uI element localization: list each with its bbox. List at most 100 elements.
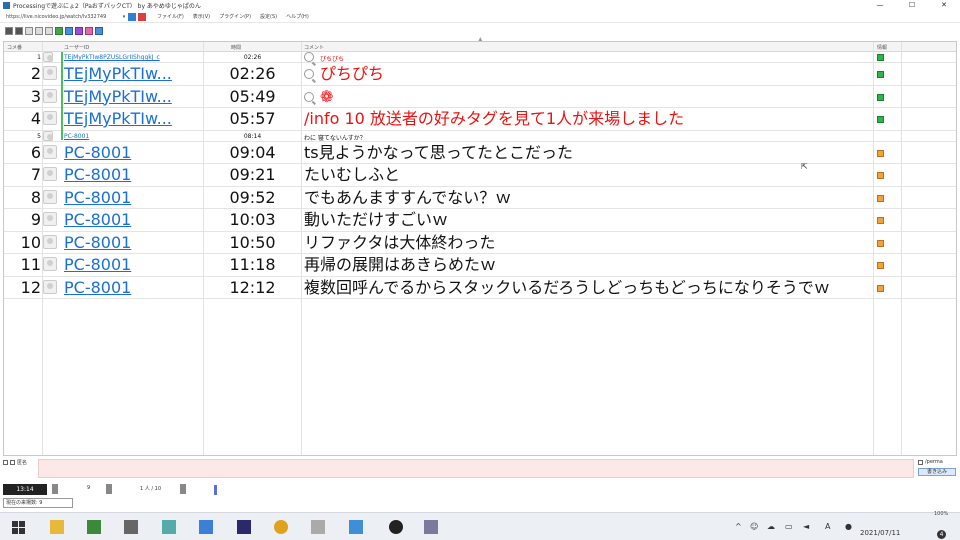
send-button[interactable]: 書き込み — [918, 468, 956, 476]
bz-icon[interactable] — [237, 520, 251, 534]
ime-icon[interactable]: A — [825, 522, 830, 531]
notification-icon[interactable]: 4 — [937, 530, 946, 539]
user-id-link[interactable]: PC-8001 — [64, 188, 131, 207]
info-flag-icon[interactable] — [877, 284, 884, 292]
toolbar-blue-icon[interactable] — [65, 26, 73, 35]
anon-checkbox[interactable] — [10, 460, 15, 465]
comment-row[interactable]: 5 PC-8001 08:14 わに 寝てないんすか？ — [4, 130, 956, 142]
info-flag-icon[interactable] — [877, 262, 884, 269]
maximize-button[interactable]: ☐ — [896, 0, 928, 11]
app5-icon[interactable] — [199, 520, 213, 534]
toolbar-purple-icon[interactable] — [75, 26, 83, 35]
user-avatar-icon[interactable] — [43, 130, 53, 141]
header-time[interactable]: 時間 — [231, 44, 241, 51]
tray-icon-1[interactable]: ☺ — [750, 522, 758, 531]
toolbar-blue2-icon[interactable] — [95, 26, 103, 35]
header-comment[interactable]: コメント — [304, 44, 324, 51]
toolbar-button-4[interactable] — [35, 26, 43, 35]
toolbar-open-icon[interactable] — [15, 26, 23, 35]
user-avatar-icon[interactable] — [43, 189, 57, 204]
folder-icon[interactable] — [50, 520, 64, 534]
info-flag-icon[interactable] — [877, 194, 884, 202]
info-flag-icon[interactable] — [877, 239, 884, 247]
comment-row[interactable]: 7 PC-8001 09:21 たいむしふと — [4, 164, 956, 187]
comment-row[interactable]: 2 TEjMyPkTIw... 02:26 ぴちぴち — [4, 63, 956, 86]
app9-icon[interactable] — [349, 520, 363, 534]
toolbar-save-icon[interactable] — [5, 26, 13, 35]
display-icon[interactable]: ▭ — [785, 522, 793, 531]
user-id-link[interactable]: TEjMyPkTIw... — [64, 87, 172, 106]
info-flag-icon[interactable] — [877, 172, 884, 179]
user-id-link[interactable]: PC-8001 — [64, 233, 131, 252]
connect-button[interactable] — [128, 12, 136, 21]
comment-row[interactable]: 12 PC-8001 12:12 複数回呼んでるからスタックいるだろうしどっちもどっち… — [4, 277, 956, 299]
info-flag-icon[interactable] — [877, 54, 884, 61]
user-id-link[interactable]: PC-8001 — [64, 211, 131, 229]
comment-row[interactable]: 1 TEjMyPkTIw8PZUSLGrIIShggkJ_c 02:26 ぴちぴち — [4, 52, 956, 63]
info-flag-icon[interactable] — [877, 116, 884, 123]
user-id-link[interactable]: TEjMyPkTIw... — [64, 110, 172, 128]
comment-row[interactable]: 6 PC-8001 09:04 ts見ようかなって思ってたとこだった — [4, 142, 956, 164]
app2-icon[interactable] — [87, 520, 101, 534]
user-avatar-icon[interactable] — [43, 144, 57, 159]
info-flag-icon[interactable] — [877, 71, 884, 78]
magnifier-icon[interactable] — [304, 91, 314, 102]
header-user[interactable]: ユーザーID — [64, 44, 89, 51]
user-avatar-icon[interactable] — [43, 212, 57, 226]
cloud-icon[interactable]: ☁ — [767, 522, 775, 531]
magnifier-icon[interactable] — [304, 52, 314, 62]
menu-help[interactable]: ヘルプ(H) — [286, 13, 309, 20]
comment-row[interactable]: 10 PC-8001 10:50 リファクタは大体終わった — [4, 232, 956, 254]
option-checkbox[interactable] — [3, 460, 8, 465]
user-avatar-icon[interactable] — [43, 66, 57, 80]
app8-icon[interactable] — [311, 520, 325, 534]
comment-row[interactable]: 4 TEjMyPkTIw... 05:57/info 10 放送者の好みタグを見て1… — [4, 108, 956, 131]
dropdown-arrow-icon[interactable]: ▾ — [120, 14, 128, 20]
perma-checkbox[interactable] — [918, 459, 923, 465]
user-avatar-icon[interactable] — [43, 52, 53, 62]
status-icon[interactable]: ● — [845, 522, 852, 531]
tray-chevron-icon[interactable]: ^ — [735, 522, 742, 531]
close-button[interactable]: ✕ — [928, 0, 960, 11]
toolbar-green-icon[interactable] — [55, 26, 63, 35]
user-avatar-icon[interactable] — [43, 257, 57, 271]
user-id-link[interactable]: TEjMyPkTIw... — [64, 65, 172, 83]
disconnect-button[interactable] — [138, 12, 146, 21]
header-num[interactable]: コメ番 — [7, 44, 22, 51]
toolbar-pink-icon[interactable] — [85, 26, 93, 35]
user-id-link[interactable]: PC-8001 — [64, 143, 131, 162]
url-field[interactable]: https://live.nicovideo.jp/watch/lv332749 — [0, 14, 120, 20]
chrome-icon[interactable] — [274, 520, 288, 534]
info-flag-icon[interactable] — [877, 217, 884, 224]
user-avatar-icon[interactable] — [43, 88, 57, 103]
user-id-link[interactable]: TEjMyPkTIw8PZUSLGrIIShggkJ_c — [64, 54, 160, 61]
comment-row[interactable]: 8 PC-8001 09:52 でもあんますすんでない？ｗ — [4, 187, 956, 209]
user-avatar-icon[interactable] — [43, 167, 57, 181]
info-flag-icon[interactable] — [877, 149, 884, 157]
user-avatar-icon[interactable] — [43, 111, 57, 125]
user-id-link[interactable]: PC-8001 — [64, 278, 131, 297]
user-id-link[interactable]: PC-8001 — [64, 166, 131, 184]
menu-file[interactable]: ファイル(F) — [157, 13, 184, 20]
volume-icon[interactable]: ◄ — [803, 522, 809, 531]
user-id-link[interactable]: PC-8001 — [64, 256, 131, 274]
clock-date[interactable]: 2021/07/11 — [860, 529, 900, 537]
app3-icon[interactable] — [124, 520, 138, 534]
user-avatar-icon[interactable] — [43, 234, 57, 249]
comment-input[interactable] — [38, 459, 914, 478]
menu-plugin[interactable]: プラグイン(P) — [219, 13, 251, 20]
info-flag-icon[interactable] — [877, 93, 884, 101]
menu-settings[interactable]: 設定(S) — [260, 13, 277, 20]
minimize-button[interactable]: — — [864, 0, 896, 11]
toolbar-button-5[interactable] — [45, 26, 53, 35]
app11-icon[interactable] — [424, 520, 438, 534]
comment-row[interactable]: 11 PC-8001 11:18 再帰の展開はあきらめたｗ — [4, 254, 956, 277]
header-info[interactable]: 情報 — [877, 44, 887, 51]
app4-icon[interactable] — [162, 520, 176, 534]
magnifier-icon[interactable] — [304, 69, 314, 79]
comment-row[interactable]: 9 PC-8001 10:03 動いただけすごいｗ — [4, 209, 956, 232]
comment-row[interactable]: 3 TEjMyPkTIw... 05:49 ❁ — [4, 86, 956, 108]
user-avatar-icon[interactable] — [43, 279, 57, 294]
start-icon[interactable] — [12, 520, 26, 534]
viewer-select[interactable]: 現在の来場数: 9 — [3, 498, 73, 508]
